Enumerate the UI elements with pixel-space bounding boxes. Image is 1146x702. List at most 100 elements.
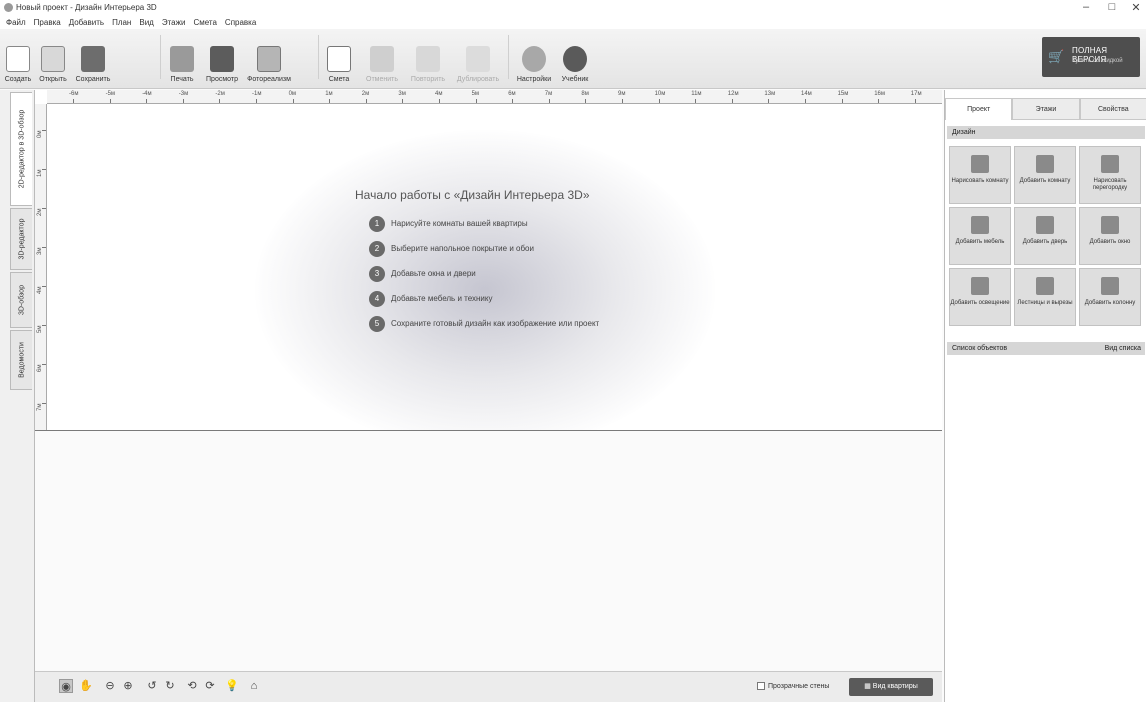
window-icon: [1101, 216, 1119, 234]
canvas-toolbar: ◉ ✋ ⊖ ⊕ ↺ ↻ ⟲ ⟳ 💡 ⌂ Прозрачные стены ▦ В…: [35, 671, 942, 702]
home-icon[interactable]: ⌂: [247, 679, 261, 693]
tab-reports[interactable]: Ведомости: [10, 330, 32, 390]
ruler-tick-label: 10м: [654, 91, 666, 97]
rotate-right-icon[interactable]: ↻: [163, 679, 177, 693]
draw-partition-button[interactable]: Нарисовать перегородку: [1079, 146, 1141, 204]
partition-icon: [1101, 155, 1119, 173]
rotate-left-icon[interactable]: ↺: [145, 679, 159, 693]
welcome-step[interactable]: 3 Добавьте окна и двери: [355, 266, 755, 291]
menu-plan[interactable]: План: [112, 16, 131, 29]
floor-covering-icon: 2: [369, 241, 385, 257]
buy-full-version-button[interactable]: 🛒 ПОЛНАЯ ВЕРСИЯ Купить со скидкой: [1042, 37, 1140, 77]
ruler-tick: [109, 99, 111, 103]
estimate-button[interactable]: Смета: [324, 31, 354, 83]
save-button[interactable]: Сохранить: [72, 31, 114, 83]
tilt-up-icon[interactable]: ⟲: [185, 679, 199, 693]
ruler-tick-label: 6м: [37, 364, 43, 372]
minimize-button[interactable]: –: [1076, 1, 1096, 15]
right-panel-tabs: Проект Этажи Свойства: [945, 98, 1146, 120]
ruler-tick: [731, 99, 733, 103]
tab-2d-editor[interactable]: 2D-редактор в 3D-обзор: [10, 92, 32, 206]
ruler-tick: [42, 364, 46, 365]
duplicate-button[interactable]: Дублировать: [456, 31, 500, 83]
add-lighting-button[interactable]: Добавить освещение: [949, 268, 1011, 326]
main-toolbar: Создать Открыть Сохранить Печать Просмот…: [0, 29, 1146, 89]
ruler-tick-label: 1м: [37, 169, 43, 177]
tab-properties[interactable]: Свойства: [1079, 98, 1146, 120]
ruler-tick: [585, 99, 587, 103]
cart-icon: 🛒: [1048, 49, 1065, 64]
printer-icon: [170, 46, 194, 72]
ruler-tick-label: 0м: [288, 91, 297, 97]
redo-button[interactable]: Повторить: [408, 31, 448, 83]
object-list[interactable]: [947, 360, 1145, 700]
tab-project[interactable]: Проект: [945, 98, 1013, 120]
ruler-tick: [292, 99, 294, 103]
open-button[interactable]: Открыть: [36, 31, 70, 83]
ruler-tick-label: 3м: [37, 247, 43, 255]
ruler-tick-label: 11м: [691, 91, 702, 97]
welcome-step[interactable]: 5 Сохраните готовый дизайн как изображен…: [355, 316, 755, 341]
menu-estimate[interactable]: Смета: [193, 16, 216, 29]
lightbulb-icon: [971, 277, 989, 295]
ruler-tick-label: -5м: [105, 91, 116, 97]
zoom-out-icon[interactable]: ⊖: [103, 679, 117, 693]
tab-floors[interactable]: Этажи: [1012, 98, 1080, 120]
add-column-button[interactable]: Добавить колонну: [1079, 268, 1141, 326]
ruler-tick: [42, 169, 46, 170]
list-view-toggle[interactable]: Вид списка: [1105, 342, 1141, 355]
floor-view-button[interactable]: ▦ Вид квартиры: [849, 678, 933, 696]
select-icon[interactable]: ◉: [59, 679, 73, 693]
welcome-step[interactable]: 2 Выберите напольное покрытие и обои: [355, 241, 755, 266]
plan-canvas[interactable]: -6м -5м -4м -3м -2м -1м 0м 1м 2м 3м 4м 5м 6м 7м 8м 9м 10…: [34, 90, 942, 702]
add-furniture-button[interactable]: Добавить мебель: [949, 207, 1011, 265]
photo-icon: [257, 46, 281, 72]
tilt-down-icon[interactable]: ⟳: [203, 679, 217, 693]
save-icon: [81, 46, 105, 72]
menu-edit[interactable]: Правка: [34, 16, 61, 29]
menu-add[interactable]: Добавить: [69, 16, 104, 29]
preview-button[interactable]: Просмотр: [204, 31, 240, 83]
undo-icon: [370, 46, 394, 72]
ruler-tick: [658, 99, 660, 103]
menu-view[interactable]: Вид: [139, 16, 153, 29]
hand-pan-icon[interactable]: ✋: [79, 679, 93, 693]
welcome-step[interactable]: 4 Добавьте мебель и технику: [355, 291, 755, 316]
maximize-button[interactable]: □: [1102, 1, 1122, 15]
stairs-cutouts-button[interactable]: Лестницы и вырезы: [1014, 268, 1076, 326]
ruler-tick: [622, 99, 623, 103]
lightbulb-icon[interactable]: 💡: [225, 679, 239, 693]
settings-button[interactable]: Настройки: [514, 31, 554, 83]
add-room-button[interactable]: Добавить комнату: [1014, 146, 1076, 204]
photorealism-button[interactable]: Фотореализм: [244, 31, 294, 83]
close-button[interactable]: ✕: [1126, 1, 1146, 15]
add-door-button[interactable]: Добавить дверь: [1014, 207, 1076, 265]
tab-3d-view[interactable]: 3D-обзор: [10, 272, 32, 328]
ruler-tick: [439, 99, 440, 103]
transparent-walls-toggle[interactable]: Прозрачные стены: [757, 682, 829, 690]
new-file-icon: [6, 46, 30, 72]
add-window-button[interactable]: Добавить окно: [1079, 207, 1141, 265]
window-door-icon: 3: [369, 266, 385, 282]
ruler-tick: [914, 99, 916, 103]
welcome-step[interactable]: 1 Нарисуйте комнаты вашей квартиры: [355, 216, 755, 241]
zoom-in-icon[interactable]: ⊕: [121, 679, 135, 693]
tutorial-button[interactable]: Учебник: [558, 31, 592, 83]
redo-icon: [416, 46, 440, 72]
ruler-tick-label: -2м: [215, 91, 225, 97]
ruler-tick: [878, 99, 880, 103]
menu-file[interactable]: Файл: [6, 16, 26, 29]
ruler-tick-label: 0м: [37, 130, 43, 138]
menu-floors[interactable]: Этажи: [162, 16, 186, 29]
ruler-tick: [768, 99, 770, 103]
menu-help[interactable]: Справка: [225, 16, 256, 29]
save-design-icon: 5: [369, 316, 385, 332]
floor-view-icon: ▦: [864, 683, 873, 690]
ruler-tick: [402, 99, 404, 103]
transparent-walls-checkbox[interactable]: [757, 682, 765, 690]
draw-room-button[interactable]: Нарисовать комнату: [949, 146, 1011, 204]
tab-3d-editor[interactable]: 3D-редактор: [10, 208, 32, 270]
undo-button[interactable]: Отменить: [364, 31, 400, 83]
print-button[interactable]: Печать: [166, 31, 198, 83]
new-button[interactable]: Создать: [2, 31, 34, 83]
